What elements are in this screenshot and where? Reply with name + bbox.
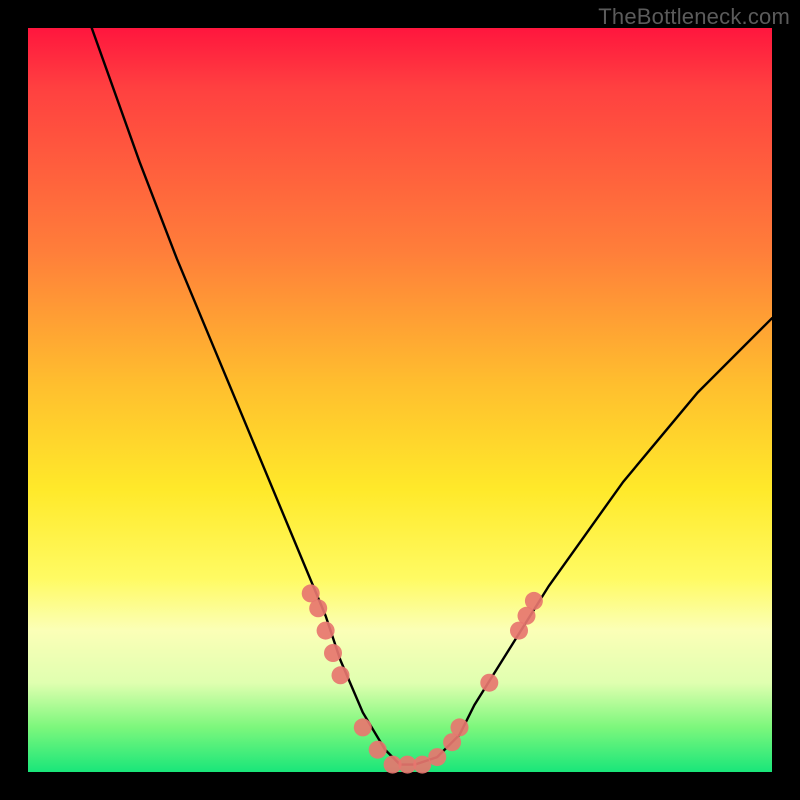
- curve-marker: [480, 674, 498, 692]
- curve-marker: [317, 622, 335, 640]
- curve-marker: [324, 644, 342, 662]
- bottleneck-curve: [28, 0, 772, 765]
- curve-marker: [354, 718, 372, 736]
- curve-marker: [332, 666, 350, 684]
- curve-marker: [309, 599, 327, 617]
- marker-group: [302, 584, 543, 773]
- chart-svg: [28, 28, 772, 772]
- curve-marker: [451, 718, 469, 736]
- curve-marker: [428, 748, 446, 766]
- watermark-text: TheBottleneck.com: [598, 4, 790, 30]
- curve-marker: [369, 741, 387, 759]
- curve-marker: [525, 592, 543, 610]
- chart-frame: TheBottleneck.com: [0, 0, 800, 800]
